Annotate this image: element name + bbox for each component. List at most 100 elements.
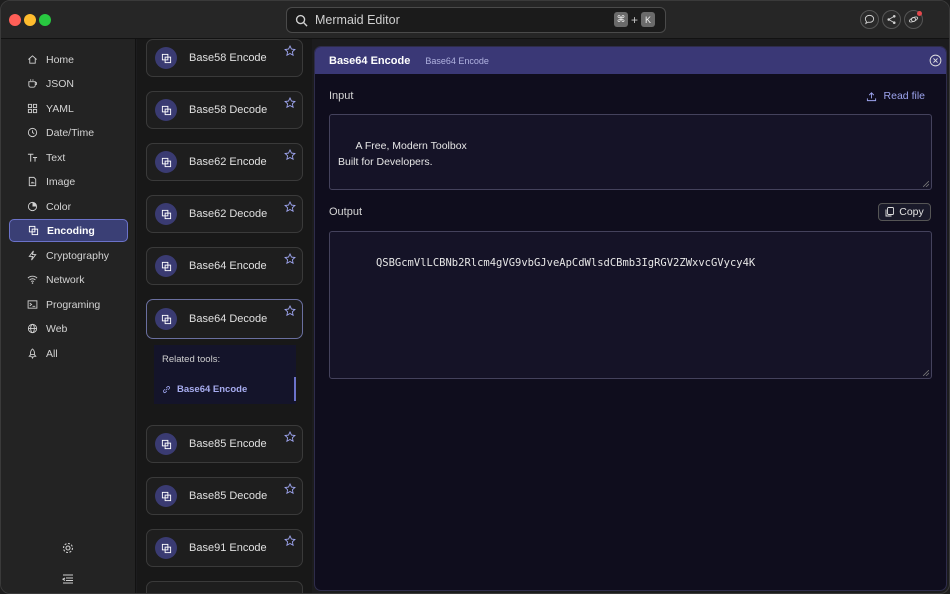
tool-card-label: Base62 Decode bbox=[189, 208, 268, 220]
tool-icon bbox=[155, 485, 177, 507]
minimize-window-button[interactable] bbox=[24, 14, 36, 26]
zoom-window-button[interactable] bbox=[39, 14, 51, 26]
copy-label: Copy bbox=[899, 206, 924, 218]
tool-icon bbox=[155, 255, 177, 277]
sidebar-item-label: Programing bbox=[46, 298, 101, 311]
tool-card-base62-decode[interactable]: Base62 Decode bbox=[146, 195, 303, 233]
command-key: ⌘ bbox=[613, 12, 628, 27]
sidebar-item-all[interactable]: All bbox=[9, 342, 128, 365]
tool-card-base64-decode[interactable]: Base64 Decode bbox=[146, 299, 303, 339]
star-icon[interactable] bbox=[284, 201, 296, 213]
upload-icon bbox=[866, 91, 876, 101]
sidebar-item-datetime[interactable]: Date/Time bbox=[9, 121, 128, 144]
copy-button[interactable]: Copy bbox=[878, 203, 931, 221]
wifi-icon bbox=[27, 275, 38, 284]
tool-card-label: Base58 Decode bbox=[189, 104, 268, 116]
input-label: Input bbox=[329, 90, 354, 102]
sidebar-item-label: Color bbox=[46, 200, 72, 213]
star-icon[interactable] bbox=[284, 431, 296, 443]
star-icon[interactable] bbox=[284, 535, 296, 547]
sidebar-item-image[interactable]: Image bbox=[9, 170, 128, 193]
panel-header: Base64 Encode Base64 Encode bbox=[315, 47, 946, 74]
sidebar-item-json[interactable]: JSON bbox=[9, 72, 128, 95]
encoding-icon bbox=[161, 53, 171, 63]
sidebar-item-network[interactable]: Network bbox=[9, 268, 128, 291]
updates-button[interactable] bbox=[904, 10, 923, 29]
tool-card-base85-encode[interactable]: Base85 Encode bbox=[146, 425, 303, 463]
sidebar-item-label: Web bbox=[46, 322, 68, 335]
sidebar-item-text[interactable]: Text bbox=[9, 146, 128, 169]
encoding-icon bbox=[161, 209, 171, 219]
tool-card-partial[interactable] bbox=[146, 581, 303, 593]
tool-list: Base58 Encode Base58 Decode Base62 Encod… bbox=[137, 39, 312, 593]
search-input[interactable]: Mermaid Editor bbox=[315, 13, 400, 27]
close-window-button[interactable] bbox=[9, 14, 21, 26]
settings-gear-icon[interactable] bbox=[61, 541, 75, 555]
sidebar-item-label: Encoding bbox=[47, 224, 95, 237]
search-icon bbox=[295, 14, 308, 27]
sidebar-item-cryptography[interactable]: Cryptography bbox=[9, 244, 128, 267]
star-icon[interactable] bbox=[284, 483, 296, 495]
output-textarea[interactable]: QSBGcmVlLCBNb2Rlcm4gVG9vbGJveApCdWlsdCBm… bbox=[329, 231, 932, 379]
tool-icon bbox=[155, 308, 177, 330]
tool-card-base64-encode[interactable]: Base64 Encode bbox=[146, 247, 303, 285]
encoding-icon bbox=[161, 543, 171, 553]
sidebar-item-label: Image bbox=[46, 175, 76, 188]
encoding-icon bbox=[161, 261, 171, 271]
title-bar: Mermaid Editor ⌘ + K bbox=[1, 1, 949, 39]
sidebar-item-color[interactable]: Color bbox=[9, 195, 128, 218]
sidebar-item-label: Cryptography bbox=[46, 249, 110, 262]
json-icon bbox=[28, 79, 37, 88]
sidebar-item-label: All bbox=[46, 347, 58, 360]
sidebar-item-web[interactable]: Web bbox=[9, 317, 128, 340]
sidebar-item-label: JSON bbox=[46, 77, 75, 90]
input-text: A Free, Modern Toolbox Built for Develop… bbox=[338, 139, 467, 169]
read-file-button[interactable]: Read file bbox=[866, 90, 925, 102]
sidebar-item-label: Date/Time bbox=[46, 126, 95, 139]
sidebar-item-yaml[interactable]: YAML bbox=[9, 97, 128, 120]
related-tool-link[interactable]: Base64 Encode bbox=[154, 377, 296, 401]
resize-handle-icon[interactable] bbox=[923, 370, 929, 376]
share-icon bbox=[887, 15, 896, 24]
tool-icon bbox=[155, 99, 177, 121]
star-icon[interactable] bbox=[284, 149, 296, 161]
output-text: QSBGcmVlLCBNb2Rlcm4gVG9vbGJveApCdWlsdCBm… bbox=[375, 256, 756, 269]
app-window: Mermaid Editor ⌘ + K Home JSON YAML Date… bbox=[0, 0, 950, 594]
encoding-icon bbox=[161, 439, 171, 449]
share-button[interactable] bbox=[882, 10, 901, 29]
sidebar-item-programing[interactable]: Programing bbox=[9, 293, 128, 316]
tool-card-base58-encode[interactable]: Base58 Encode bbox=[146, 39, 303, 77]
tool-panel: Base64 Encode Base64 Encode Input Read f… bbox=[314, 46, 947, 591]
output-label: Output bbox=[329, 206, 363, 218]
tool-card-label: Base62 Encode bbox=[189, 156, 267, 168]
tool-card-label: Base58 Encode bbox=[189, 52, 267, 64]
star-icon[interactable] bbox=[284, 45, 296, 57]
tool-icon bbox=[155, 433, 177, 455]
input-textarea[interactable]: A Free, Modern Toolbox Built for Develop… bbox=[329, 114, 932, 190]
tool-card-label: Base91 Encode bbox=[189, 542, 267, 554]
sidebar-item-home[interactable]: Home bbox=[9, 48, 128, 71]
sidebar: Home JSON YAML Date/Time Text Image Colo… bbox=[1, 39, 136, 593]
collapse-sidebar-icon[interactable] bbox=[61, 572, 75, 586]
shortcut-hint: ⌘ + K bbox=[613, 12, 655, 27]
tool-card-label: Base85 Encode bbox=[189, 438, 267, 450]
star-icon[interactable] bbox=[284, 97, 296, 109]
sidebar-item-label: Network bbox=[46, 273, 85, 286]
tool-card-base91-encode[interactable]: Base91 Encode bbox=[146, 529, 303, 567]
star-icon[interactable] bbox=[284, 253, 296, 265]
tool-card-base85-decode[interactable]: Base85 Decode bbox=[146, 477, 303, 515]
resize-handle-icon[interactable] bbox=[923, 181, 929, 187]
sidebar-item-label: YAML bbox=[46, 102, 74, 115]
sidebar-item-encoding[interactable]: Encoding bbox=[9, 219, 128, 242]
related-tools-panel: Related tools: Base64 Encode bbox=[154, 345, 296, 404]
rocket-icon bbox=[28, 348, 37, 359]
k-key: K bbox=[641, 12, 655, 27]
search-bar[interactable]: Mermaid Editor ⌘ + K bbox=[286, 7, 666, 33]
chat-button[interactable] bbox=[860, 10, 879, 29]
encoding-icon bbox=[28, 225, 39, 236]
tool-icon bbox=[155, 47, 177, 69]
tool-card-base58-decode[interactable]: Base58 Decode bbox=[146, 91, 303, 129]
star-icon[interactable] bbox=[284, 305, 296, 317]
close-icon[interactable] bbox=[929, 54, 942, 67]
tool-card-base62-encode[interactable]: Base62 Encode bbox=[146, 143, 303, 181]
